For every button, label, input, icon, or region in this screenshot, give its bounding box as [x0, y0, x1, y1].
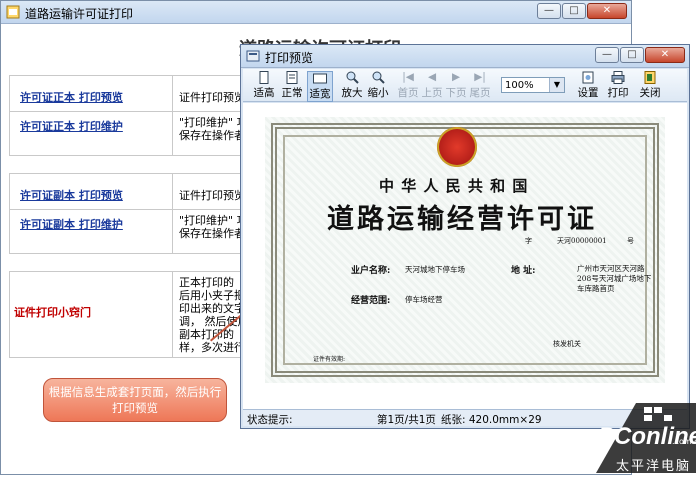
- pconline-logo: PConline .com.cn 太平洋电脑网: [526, 403, 700, 493]
- certificate-title: 道路运输经营许可证: [327, 204, 597, 235]
- preview-maximize-button[interactable]: □: [620, 47, 644, 63]
- preview-toolbar: 适高 正常 适宽 放大 缩小 |◀ 首页 ◀ 上页 ▶ 下页 ▶| 尾页 100…: [243, 69, 687, 102]
- close-button[interactable]: ✕: [587, 3, 627, 19]
- prev-page-button[interactable]: ◀ 上页: [419, 71, 445, 100]
- normal-size-button[interactable]: 正常: [279, 71, 305, 100]
- link-original-print-maintain[interactable]: 许可证正本 打印维护: [20, 120, 123, 133]
- brand-slogan: 太平洋电脑网: [616, 459, 692, 493]
- settings-button[interactable]: 设置: [575, 71, 601, 100]
- close-door-icon: [644, 71, 656, 84]
- fit-height-button[interactable]: 适高: [251, 71, 277, 100]
- zoom-in-button[interactable]: 放大: [339, 71, 365, 100]
- tips-label: 证件打印小窍门: [14, 306, 91, 319]
- prev-page-icon: ◀: [427, 71, 437, 83]
- maximize-button[interactable]: □: [562, 3, 586, 19]
- callout-note: 根据信息生成套打页面，然后执行打印预览: [43, 378, 227, 422]
- fit-height-icon: [259, 71, 269, 84]
- zoom-out-icon: [372, 71, 385, 84]
- scope-value: 停车场经营: [405, 295, 443, 304]
- preview-minimize-button[interactable]: —: [595, 47, 619, 63]
- preview-titlebar[interactable]: 打印预览 — □ ✕: [241, 45, 689, 68]
- link-original-print-preview[interactable]: 许可证正本 打印预览: [20, 91, 123, 104]
- brand-domain: .com.cn: [672, 437, 700, 446]
- certificate-country: 中 华 人 民 共 和 国: [379, 177, 529, 195]
- certificate-inner-border: [283, 135, 647, 365]
- last-page-icon: ▶|: [474, 71, 486, 83]
- certificate-page: 中 华 人 民 共 和 国 道路运输经营许可证 字 天河00000001 号 业…: [265, 117, 665, 383]
- address-label: 地 址:: [511, 266, 536, 276]
- validity-label: 证件有效期:: [313, 356, 346, 363]
- link-copy-print-maintain[interactable]: 许可证副本 打印维护: [20, 218, 123, 231]
- next-page-icon: ▶: [451, 71, 461, 83]
- next-page-button[interactable]: ▶ 下页: [443, 71, 469, 100]
- owner-label: 业户名称:: [351, 266, 391, 276]
- fit-width-button[interactable]: 适宽: [307, 71, 333, 102]
- last-page-button[interactable]: ▶| 尾页: [467, 71, 493, 100]
- fit-width-icon: [313, 73, 327, 84]
- app-icon: [6, 5, 20, 19]
- preview-window-title: 打印预览: [265, 51, 314, 65]
- main-window-title: 道路运输许可证打印: [25, 7, 134, 21]
- preview-close-button[interactable]: ✕: [645, 47, 685, 63]
- certificate-number-suffix: 号: [627, 237, 634, 245]
- page-indicator: 第1页/共1页: [377, 414, 436, 426]
- zoom-select[interactable]: 100% ▼: [501, 77, 565, 93]
- main-titlebar[interactable]: 道路运输许可证打印 — □ ✕: [1, 1, 631, 24]
- scope-label: 经营范围:: [351, 296, 391, 306]
- print-preview-window: 打印预览 — □ ✕ 适高 正常 适宽 放大 缩小 |◀ 首页 ◀ 上页 ▶ 下…: [240, 44, 690, 429]
- national-emblem-icon: [437, 127, 477, 167]
- zoom-out-button[interactable]: 缩小: [365, 71, 391, 100]
- printer-icon: [611, 71, 625, 84]
- chevron-down-icon: ▼: [549, 78, 564, 92]
- link-copy-print-preview[interactable]: 许可证副本 打印预览: [20, 189, 123, 202]
- close-preview-button[interactable]: 关闭: [637, 71, 663, 100]
- minimize-button[interactable]: —: [537, 3, 561, 19]
- owner-value: 天河城地下停车场: [405, 265, 465, 274]
- print-button[interactable]: 打印: [605, 71, 631, 100]
- settings-icon: [582, 71, 594, 84]
- zoom-in-icon: [346, 71, 359, 84]
- first-page-icon: |◀: [402, 71, 414, 83]
- preview-app-icon: [246, 50, 260, 62]
- issuer-label: 核发机关: [553, 340, 581, 348]
- certificate-number: 天河00000001: [557, 237, 607, 245]
- preview-canvas[interactable]: 中 华 人 民 共 和 国 道路运输经营许可证 字 天河00000001 号 业…: [243, 103, 687, 410]
- address-value: 广州市天河区天河路 208号天河城广场地下 车库路首页: [577, 264, 652, 293]
- status-label: 状态提示:: [247, 414, 293, 426]
- page-normal-icon: [286, 71, 298, 84]
- certificate-number-prefix: 字: [525, 237, 532, 245]
- first-page-button[interactable]: |◀ 首页: [395, 71, 421, 100]
